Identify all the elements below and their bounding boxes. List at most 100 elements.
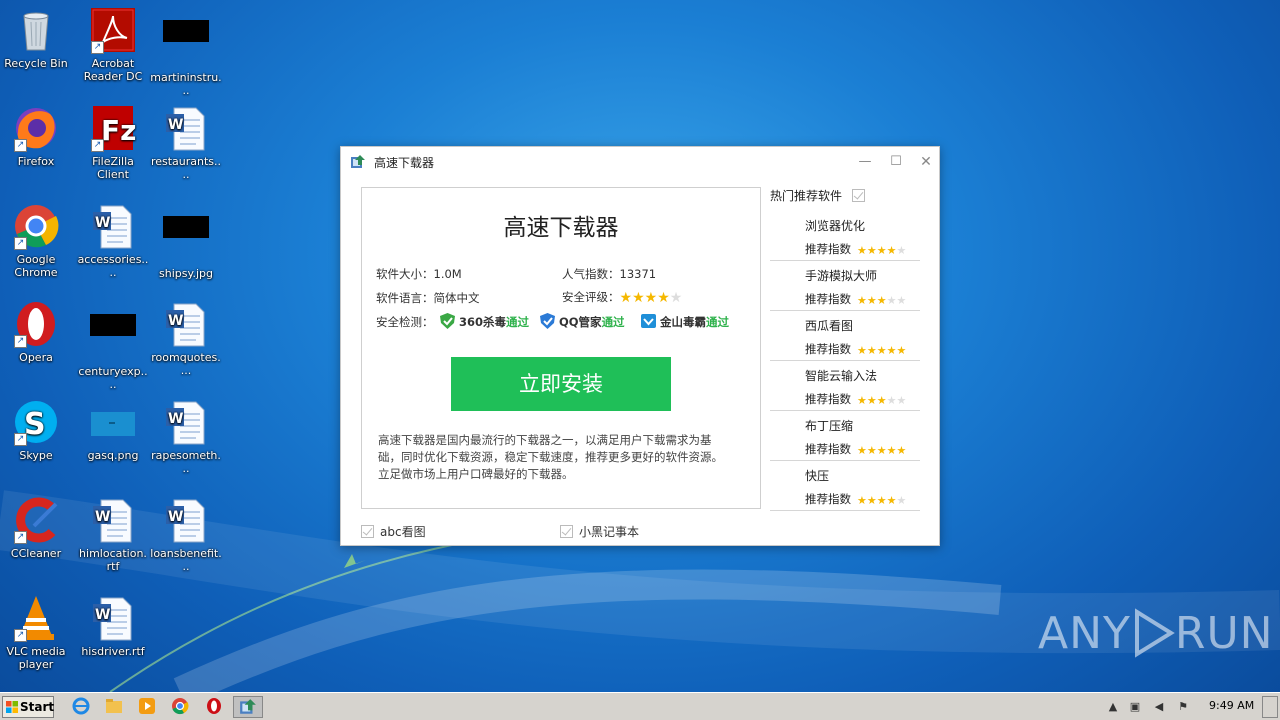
- tray-volume-icon[interactable]: ◀: [1152, 700, 1166, 714]
- star-filled-icon: ★: [857, 343, 867, 357]
- installer-dialog: 高速下载器 — ☐ ✕ 高速下载器 软件大小：1.0M 人气指数：13371 软…: [340, 146, 940, 546]
- recommend-item-score: 推荐指数 ★★★★★: [805, 441, 906, 457]
- star-filled-icon: ★: [866, 393, 877, 407]
- recommend-score-label: 推荐指数: [805, 392, 851, 406]
- star-filled-icon: ★: [876, 443, 887, 457]
- tray-flag-icon[interactable]: ⚑: [1176, 700, 1190, 714]
- desktop-icon-restaurants[interactable]: Wrestaurants....: [150, 104, 222, 181]
- desktop-icon-acrobat-reader-dc[interactable]: ↗ Acrobat Reader DC: [77, 6, 149, 83]
- popularity-info: 人气指数：13371: [562, 267, 657, 281]
- maximize-button[interactable]: ☐: [887, 153, 905, 171]
- desktop-icon-label: hisdriver.rtf: [81, 645, 145, 658]
- taskbar-ie-icon[interactable]: [70, 697, 92, 717]
- recommend-item-score: 推荐指数 ★★★★★: [805, 291, 906, 307]
- shortcut-arrow-icon: ↗: [14, 139, 27, 152]
- desktop-icon-label: martininstru...: [150, 71, 222, 97]
- option-notepad[interactable]: 小黑记事本: [560, 523, 639, 540]
- recommend-item[interactable]: 智能云输入法 推荐指数 ★★★★★: [770, 361, 920, 411]
- star-filled-icon: ★: [866, 243, 877, 257]
- recommend-score-label: 推荐指数: [805, 492, 851, 506]
- desktop-icon-gasq-png[interactable]: gasq.png: [77, 398, 149, 462]
- shortcut-arrow-icon: ↗: [14, 335, 27, 348]
- start-button[interactable]: Start: [2, 696, 54, 718]
- app-name-heading: 高速下载器: [503, 215, 619, 241]
- minimize-button[interactable]: —: [856, 153, 874, 171]
- safety-rating: 安全评级：★★★★★: [562, 289, 682, 305]
- recommend-item-name: 浏览器优化: [805, 219, 866, 233]
- recommend-score-label: 推荐指数: [805, 292, 851, 306]
- desktop-icon-label: centuryexp....: [78, 365, 148, 391]
- desktop-icon-label: restaurants....: [150, 155, 222, 181]
- desktop-icon-firefox[interactable]: ↗ Firefox: [0, 104, 72, 168]
- desktop-icon-label: shipsy.jpg: [159, 267, 213, 280]
- recommend-all-checkbox[interactable]: [851, 189, 865, 202]
- taskbar-media-icon[interactable]: [136, 697, 158, 717]
- star-filled-icon: ★: [876, 293, 887, 307]
- security-check-jinshan: 金山毒霸通过: [641, 313, 729, 330]
- svg-text:W: W: [168, 411, 183, 427]
- desktop-icon-recycle-bin[interactable]: Recycle Bin: [0, 6, 72, 70]
- recommend-stars: ★★★★★: [857, 343, 906, 357]
- title-bar[interactable]: 高速下载器 — ☐ ✕: [341, 147, 939, 177]
- tray-network-icon[interactable]: ▣: [1128, 700, 1142, 714]
- word-doc-icon: W: [89, 594, 137, 642]
- star-filled-icon: ★: [866, 443, 877, 457]
- desktop-icon-google-chrome[interactable]: ↗ Google Chrome: [0, 202, 72, 279]
- desktop-icon-opera[interactable]: ↗ Opera: [0, 300, 72, 364]
- vlc-icon: ↗: [12, 594, 60, 642]
- svg-text:Fz: Fz: [101, 114, 136, 147]
- svg-text:W: W: [95, 509, 110, 525]
- star-filled-icon: ★: [619, 289, 633, 306]
- desktop-icon-loansbenefit[interactable]: Wloansbenefit...: [150, 496, 222, 573]
- recommend-item-score: 推荐指数 ★★★★★: [805, 491, 906, 507]
- desktop-icon-ccleaner[interactable]: ↗ CCleaner: [0, 496, 72, 560]
- desktop-icon-label: accessories....: [77, 253, 149, 279]
- notepad-checkbox[interactable]: [560, 525, 573, 538]
- recommend-item[interactable]: 手游模拟大师 推荐指数 ★★★★★: [770, 261, 920, 311]
- desktop-icon-vlc-media-player[interactable]: ↗ VLC media player: [0, 594, 72, 671]
- close-button[interactable]: ✕: [917, 153, 935, 171]
- star-filled-icon: ★: [857, 393, 867, 407]
- desktop-icon-shipsy-jpg[interactable]: shipsy.jpg: [150, 202, 222, 280]
- desktop-icon-label: Recycle Bin: [4, 57, 68, 70]
- taskbar-clock[interactable]: 9:49 AM: [1209, 699, 1254, 712]
- desktop-icon-accessories[interactable]: Waccessories....: [77, 202, 149, 279]
- desktop-icon-label: CCleaner: [10, 547, 62, 560]
- show-desktop-button[interactable]: [1262, 696, 1278, 718]
- star-filled-icon: ★: [866, 493, 877, 507]
- recommend-score-label: 推荐指数: [805, 242, 851, 256]
- taskbar-chrome-icon[interactable]: [169, 697, 191, 717]
- recommend-item-score: 推荐指数 ★★★★★: [805, 391, 906, 407]
- desktop-icon-skype[interactable]: S ↗ Skype: [0, 398, 72, 462]
- recommend-item[interactable]: 西瓜看图 推荐指数 ★★★★★: [770, 311, 920, 361]
- desktop-icon-hisdriver-rtf[interactable]: Whisdriver.rtf: [77, 594, 149, 658]
- recycle-bin-icon: [12, 6, 60, 54]
- word-doc-icon: W: [162, 398, 210, 446]
- desktop-icon-label: VLC media player: [6, 645, 66, 671]
- desktop-icon-martininstru[interactable]: martininstru...: [150, 6, 222, 97]
- desktop-icon-roomquotes[interactable]: Wroomquotes....: [150, 300, 222, 377]
- svg-text:W: W: [168, 313, 183, 329]
- desktop-icon-label: himlocation.rtf: [79, 547, 147, 573]
- jinshan-shield-icon: [641, 314, 656, 328]
- desktop-icon-centuryexp[interactable]: centuryexp....: [77, 300, 149, 391]
- recommend-item[interactable]: 布丁压缩 推荐指数 ★★★★★: [770, 411, 920, 461]
- taskbar-opera-icon[interactable]: [203, 697, 225, 717]
- tray-expand-icon[interactable]: ▲: [1106, 700, 1120, 714]
- taskbar-installer-icon[interactable]: [233, 696, 263, 718]
- option-abc-viewer[interactable]: abc看图: [361, 523, 426, 540]
- word-doc-icon: W: [162, 104, 210, 152]
- security-check-qq: QQ管家通过: [540, 313, 625, 330]
- star-empty-icon: ★: [886, 293, 897, 307]
- desktop-icon-filezilla-client[interactable]: Fz ↗ FileZilla Client: [77, 104, 149, 181]
- recommend-item[interactable]: 快压 推荐指数 ★★★★★: [770, 461, 920, 511]
- recommend-stars: ★★★★★: [857, 293, 906, 307]
- taskbar-explorer-icon[interactable]: [103, 697, 125, 717]
- abc-viewer-checkbox[interactable]: [361, 525, 374, 538]
- install-now-button[interactable]: 立即安装: [451, 357, 671, 411]
- recommend-item-score: 推荐指数 ★★★★★: [805, 341, 906, 357]
- svg-text:W: W: [168, 509, 183, 525]
- recommend-item[interactable]: 浏览器优化 推荐指数 ★★★★★: [770, 211, 920, 261]
- desktop-icon-rapesometh[interactable]: Wrapesometh...: [150, 398, 222, 475]
- desktop-icon-himlocation-rtf[interactable]: Whimlocation.rtf: [77, 496, 149, 573]
